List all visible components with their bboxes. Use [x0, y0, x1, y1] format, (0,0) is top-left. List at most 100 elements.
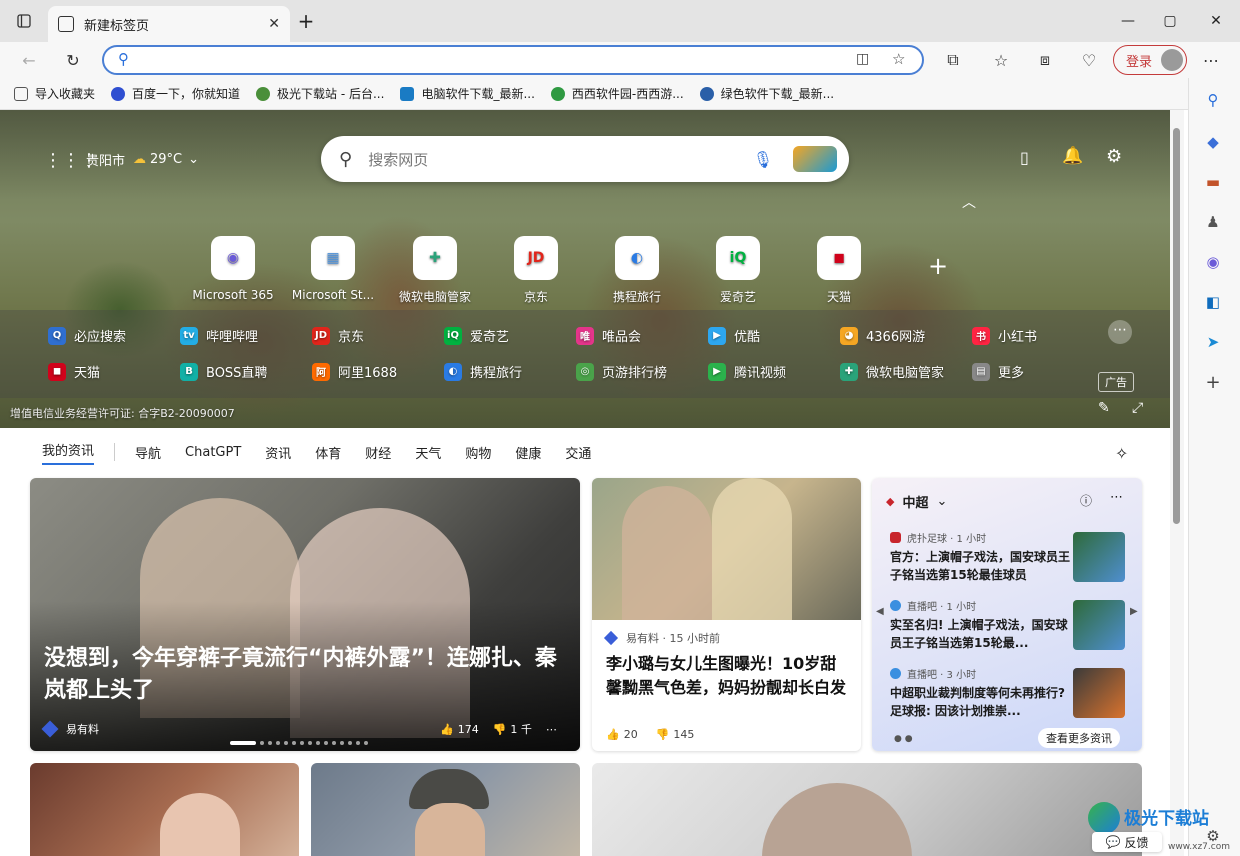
favorites-icon[interactable]: ☆ — [986, 46, 1016, 74]
thumbs-up-icon[interactable]: 👍 — [606, 728, 620, 741]
next-arrow-icon[interactable]: ▶ — [1130, 606, 1138, 617]
collapse-chevron-icon[interactable]: ︿ — [962, 192, 976, 212]
scrollbar[interactable] — [1170, 110, 1184, 856]
send-icon[interactable]: ➤ — [1202, 332, 1224, 352]
tab-actions-icon[interactable] — [10, 8, 38, 34]
widget-header[interactable]: ◆ 中超 ⌄ — [886, 492, 947, 511]
link-item[interactable]: ✚ 微软电脑管家 — [840, 362, 944, 381]
bookmark-item[interactable]: 西西软件园-西西游... — [550, 85, 684, 102]
links-more-icon[interactable]: ⋯ — [1108, 320, 1132, 344]
expand-icon[interactable]: ⤢ — [1132, 400, 1143, 416]
news-card[interactable] — [592, 763, 1142, 856]
tab-news[interactable]: 资讯 — [265, 443, 291, 462]
info-icon[interactable]: ⓘ — [1080, 492, 1092, 509]
bookmark-item[interactable]: 电脑软件下载_最新... — [400, 85, 535, 102]
tab-health[interactable]: 健康 — [515, 443, 541, 462]
tools-icon[interactable]: ▬ — [1202, 172, 1224, 192]
tab-shopping[interactable]: 购物 — [465, 443, 491, 462]
add-sidebar-icon[interactable]: + — [1202, 372, 1224, 393]
news-card[interactable]: 易有料 · 15 小时前 李小璐与女儿生图曝光！10岁甜馨黝黑气色差，妈妈扮靓却… — [592, 478, 861, 751]
tab-new-tab[interactable]: 新建标签页 ✕ — [48, 6, 290, 42]
prev-arrow-icon[interactable]: ◀ — [876, 606, 884, 617]
carousel-dots[interactable] — [230, 741, 368, 745]
search-icon[interactable]: ⚲ — [1202, 90, 1224, 110]
link-item[interactable]: 阿阿里1688 — [312, 362, 397, 381]
sports-widget[interactable]: ◆ 中超 ⌄ ⓘ ⋯ 虎扑足球 · 1 小时 官方：上演帽子戏法，国安球员王子铭… — [872, 478, 1142, 751]
widget-more-icon[interactable]: ⋯ — [1110, 490, 1123, 505]
phone-icon[interactable]: ▯ — [1020, 148, 1029, 167]
tab-chatgpt[interactable]: ChatGPT — [185, 445, 241, 460]
browser-essentials-icon[interactable]: ♡ — [1074, 46, 1104, 74]
tab-my-feed[interactable]: 我的资讯 — [42, 440, 95, 465]
quick-link-tile[interactable]: ▦ Microsoft St... — [284, 236, 382, 302]
quick-link-tile[interactable]: iQ 爱奇艺 — [689, 236, 787, 305]
login-button[interactable]: 登录 — [1113, 45, 1187, 75]
shopping-icon[interactable]: ◆ — [1202, 132, 1224, 152]
tab-weather[interactable]: 天气 — [415, 443, 441, 462]
link-item[interactable]: 书小红书 — [972, 326, 1037, 345]
refresh-icon[interactable]: ↻ — [58, 46, 88, 74]
tab-navigation[interactable]: 导航 — [135, 443, 161, 462]
link-item[interactable]: ▶ 腾讯视频 — [708, 362, 786, 381]
quick-link-tile[interactable]: ✚ 微软电脑管家 — [386, 236, 484, 305]
weather-widget[interactable]: 贵阳市 ☁ 29°C ⌄ — [86, 150, 199, 169]
maximize-icon[interactable]: ▢ — [1156, 8, 1184, 34]
close-tab-icon[interactable]: ✕ — [268, 16, 280, 32]
tab-traffic[interactable]: 交通 — [565, 443, 591, 462]
thumbs-up-icon[interactable]: 👍 — [440, 723, 454, 736]
tab-finance[interactable]: 财经 — [365, 443, 391, 462]
card-more-icon[interactable]: ⋯ — [546, 723, 557, 736]
link-item[interactable]: iQ 爱奇艺 — [444, 326, 509, 345]
quick-link-tile[interactable]: JD 京东 — [487, 236, 585, 305]
sports-news-item[interactable]: 直播吧 · 1 小时 实至名归! 上演帽子戏法，国安球员王子铭当选第15轮最..… — [890, 598, 1125, 652]
settings-gear-icon[interactable]: ⚙ — [1106, 146, 1122, 167]
link-item[interactable]: ◐ 携程旅行 — [444, 362, 522, 381]
bookmark-item[interactable]: 绿色软件下载_最新... — [699, 85, 834, 102]
edit-background-icon[interactable]: ✎ — [1098, 400, 1110, 416]
quick-link-tile[interactable]: ◼ 天猫 — [790, 236, 888, 305]
collections-icon[interactable]: ⧈ — [1030, 46, 1060, 74]
address-bar[interactable]: ⚲ ◫ ☆ — [102, 45, 924, 75]
thumbs-down-icon[interactable]: 👎 — [656, 728, 670, 741]
tab-sports[interactable]: 体育 — [315, 443, 341, 462]
news-card[interactable] — [30, 763, 299, 856]
link-item[interactable]: tv 哔哩哔哩 — [180, 326, 258, 345]
see-more-button[interactable]: 查看更多资讯 — [1038, 728, 1120, 748]
search-box[interactable]: ⚲ 搜索网页 🎙 — [321, 136, 849, 182]
link-item[interactable]: ◼ 天猫 — [48, 362, 100, 381]
close-window-icon[interactable]: ✕ — [1202, 8, 1230, 34]
bing-image-icon[interactable] — [793, 146, 837, 172]
bookmark-item[interactable]: 百度一下，你就知道 — [111, 85, 240, 102]
new-tab-button[interactable]: + — [292, 8, 320, 34]
link-item[interactable]: ◕ 4366网游 — [840, 326, 925, 345]
microsoft365-icon[interactable]: ◉ — [1202, 252, 1224, 272]
favorite-add-icon[interactable]: ☆ — [892, 50, 905, 68]
news-card[interactable] — [311, 763, 580, 856]
thumbs-down-icon[interactable]: 👎 — [493, 723, 507, 736]
minimize-icon[interactable]: — — [1114, 8, 1142, 34]
split-screen-icon[interactable]: ◫ — [856, 51, 869, 67]
page-dots[interactable]: ● ● — [894, 734, 913, 744]
feedback-button[interactable]: 💬 反馈 — [1092, 832, 1162, 852]
bookmark-item[interactable]: 极光下载站 - 后台... — [256, 85, 384, 102]
link-item[interactable]: B BOSS直聘 — [180, 362, 267, 381]
personalize-icon[interactable]: ✧ — [1115, 444, 1128, 463]
bookmark-item[interactable]: 导入收藏夹 — [14, 85, 95, 102]
games-icon[interactable]: ♟ — [1202, 212, 1224, 232]
link-item[interactable]: Q 必应搜索 — [48, 326, 126, 345]
sports-news-item[interactable]: 虎扑足球 · 1 小时 官方：上演帽子戏法，国安球员王子铭当选第15轮最佳球员 — [890, 530, 1125, 584]
quick-link-tile[interactable]: ◐ 携程旅行 — [588, 236, 686, 305]
link-item[interactable]: JD 京东 — [312, 326, 364, 345]
link-item[interactable]: ▤ 更多 — [972, 362, 1024, 381]
notification-bell-icon[interactable]: 🔔 — [1062, 146, 1083, 166]
link-item[interactable]: ◎ 页游排行榜 — [576, 362, 667, 381]
add-tile-icon[interactable]: + — [928, 252, 948, 280]
link-item[interactable]: ▶ 优酷 — [708, 326, 760, 345]
scrollbar-thumb[interactable] — [1173, 128, 1180, 524]
back-icon[interactable]: ← — [14, 46, 44, 74]
sports-news-item[interactable]: 直播吧 · 3 小时 中超职业裁判制度等何未再推行? 足球报: 因该计划推崇..… — [890, 666, 1125, 720]
link-item[interactable]: 唯唯品会 — [576, 326, 641, 345]
more-menu-icon[interactable]: ⋯ — [1196, 46, 1226, 74]
extensions-icon[interactable]: ⧉ — [938, 46, 968, 74]
microphone-icon[interactable]: 🎙 — [753, 150, 773, 169]
